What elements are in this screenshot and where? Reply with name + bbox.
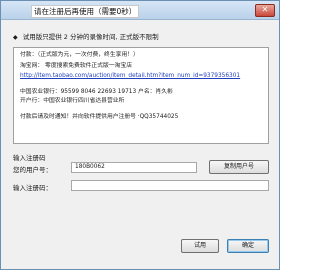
trial-notice-text: 试用版只提供 2 分钟的录像时间, 正式版不限制 xyxy=(22,33,159,41)
taobao-shop-name: 零度搜索免费软件正式版一淘宝店 xyxy=(45,63,133,69)
registration-section-label: 输入注册码 xyxy=(13,154,46,162)
bank-account-line: 中国农业银行：95599 8046 22693 19713 户名：肖久彬 xyxy=(20,89,173,95)
copy-user-no-button[interactable]: 复制用户号 xyxy=(209,160,269,174)
reg-code-input[interactable] xyxy=(71,180,269,191)
payment-info-box: 付款：（正式版为元，一次付费，终生享用！） 淘宝网： 零度搜索免费软件正式版一淘… xyxy=(13,47,269,144)
title-bar: 请在注册后再使用（需要0秒） ✕ xyxy=(1,1,279,20)
bullet-arrow-icon: ◆ xyxy=(13,34,18,41)
trial-button[interactable]: 试用 xyxy=(181,239,219,253)
window-title: 请在注册后再使用（需要0秒） xyxy=(31,5,140,18)
taobao-url-link[interactable]: http://item.taobao.com/auction/item_deta… xyxy=(20,72,240,81)
register-dialog: 请在注册后再使用（需要0秒） ✕ ◆ 试用版只提供 2 分钟的录像时间, 正式版… xyxy=(0,0,280,270)
user-no-field[interactable]: 180B0062 xyxy=(71,162,197,173)
bank-branch-line: 开户行：中国农业银行四川省达县营业所 xyxy=(20,98,125,104)
close-button[interactable]: ✕ xyxy=(255,4,275,17)
payment-notice-line: 付款后请及时通知！并向软件提供用户注册号 ·QQ35744025 xyxy=(20,114,179,120)
reg-code-label: 输入注册码： xyxy=(13,184,52,192)
taobao-label: 淘宝网： xyxy=(20,63,44,69)
user-no-label: 您的用户号： xyxy=(13,166,52,174)
taobao-line: 淘宝网： 零度搜索免费软件正式版一淘宝店 xyxy=(20,62,132,71)
price-line: 付款：（正式版为元，一次付费，终生享用！） xyxy=(20,52,139,58)
trial-notice: ◆ 试用版只提供 2 分钟的录像时间, 正式版不限制 xyxy=(13,31,159,41)
ok-button[interactable]: 确定 xyxy=(227,239,269,253)
